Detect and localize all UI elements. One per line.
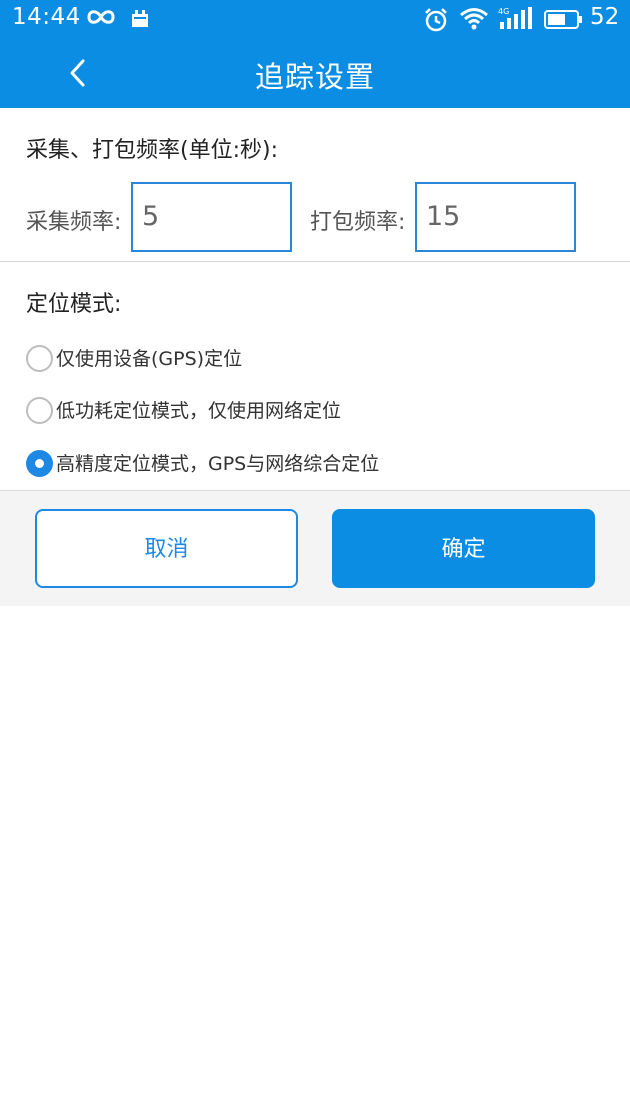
frequency-heading: 采集、打包频率(单位:秒): [26,138,278,163]
radio-option-network[interactable]: 低功耗定位模式，仅使用网络定位 [26,396,426,426]
radio-unchecked-icon[interactable] [26,397,53,424]
radio-checked-icon[interactable] [26,450,53,477]
alarm-icon [423,7,449,37]
button-area: 取消 确定 [0,491,630,606]
divider [0,261,630,262]
wifi-icon [459,6,489,36]
title-bar: 追踪设置 [0,38,630,108]
radio-option-label: 高精度定位模式，GPS与网络综合定位 [56,453,380,475]
cancel-button[interactable]: 取消 [35,509,298,588]
pack-frequency-input[interactable]: 15 [415,182,576,252]
status-time: 14:44 [12,4,81,30]
collect-frequency-label: 采集频率: [26,210,122,235]
radio-unchecked-icon[interactable] [26,345,53,372]
collect-frequency-input[interactable]: 5 [131,182,292,252]
infinity-icon [86,7,116,31]
location-mode-heading: 定位模式: [26,292,122,317]
pack-frequency-label: 打包频率: [310,210,406,235]
radio-option-label: 仅使用设备(GPS)定位 [56,348,243,370]
radio-option-label: 低功耗定位模式，仅使用网络定位 [56,400,342,422]
confirm-button[interactable]: 确定 [332,509,595,588]
battery-icon [544,9,584,35]
radio-option-high-accuracy[interactable]: 高精度定位模式，GPS与网络综合定位 [26,449,446,479]
radio-option-gps[interactable]: 仅使用设备(GPS)定位 [26,344,426,374]
4g-signal-icon: 4G [498,6,534,36]
frequency-section: 采集、打包频率(单位:秒): 采集频率: 5 打包频率: 15 [0,108,630,261]
network-type-label: 4G [498,7,509,16]
status-bar: 14:44 4G 52 [0,0,630,38]
calendar-icon [130,9,150,33]
battery-level: 52 [590,4,620,30]
page-title: 追踪设置 [254,60,375,94]
